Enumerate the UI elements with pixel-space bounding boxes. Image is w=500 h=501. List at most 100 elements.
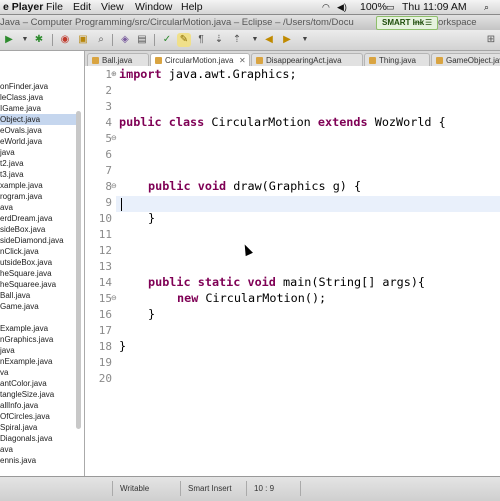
file-item[interactable]: Spiral.java — [0, 422, 78, 433]
code-line-15: public static void main(String[] args){ — [148, 275, 425, 289]
chevron-down-icon: ▼ — [301, 36, 309, 43]
menu-lines-icon[interactable]: ☰ — [425, 17, 432, 29]
fold-expand-icon[interactable]: ⊖ — [111, 134, 117, 142]
toolbar: ▶ ▼ ✱ ◉ ▣ ⌕ ◈ ▤ ✓ ✎ ¶ ⇣ ⇡ ▼ ◀ ▶ ▼ ⊞ — [0, 30, 500, 51]
file-item[interactable]: Example.java — [0, 323, 78, 334]
file-item[interactable]: eWorld.java — [0, 136, 78, 147]
code-text: draw(Graphics g) { — [226, 179, 362, 193]
cursor-position: 10 : 9 — [254, 484, 275, 493]
file-item[interactable]: Game.java — [0, 301, 78, 312]
chevron-down-icon: ▼ — [21, 36, 29, 43]
file-item[interactable]: Ball.java — [0, 290, 78, 301]
clock[interactable]: Thu 11:09 AM — [402, 0, 467, 14]
file-item[interactable]: ava — [0, 444, 78, 455]
file-item[interactable]: erdDream.java — [0, 213, 78, 224]
forward-button[interactable]: ▶ — [280, 33, 294, 47]
fold-expand-icon[interactable]: ⊖ — [111, 294, 117, 302]
code-line-9: public void draw(Graphics g) { — [148, 179, 361, 193]
fold-collapse-icon[interactable]: ⊕ — [111, 70, 117, 78]
previous-annotation-button[interactable]: ⇡ — [230, 33, 244, 47]
new-class-icon: ◉ — [60, 34, 70, 45]
fold-expand-icon[interactable]: ⊖ — [111, 182, 117, 190]
file-item[interactable]: leClass.java — [0, 92, 78, 103]
file-item[interactable]: heSquare.java — [0, 268, 78, 279]
file-item[interactable]: sideDiamond.java — [0, 235, 78, 246]
file-item[interactable]: heSquaree.java — [0, 279, 78, 290]
keyword: extends — [317, 115, 368, 129]
file-item[interactable]: ava — [0, 202, 78, 213]
navigate-dropdown[interactable]: ▼ — [298, 33, 312, 47]
spotlight-icon[interactable]: ⌕ — [484, 0, 489, 14]
chevron-down-icon: ▼ — [251, 36, 259, 43]
new-package-button[interactable]: ▣ — [76, 33, 90, 47]
type-icon: ◈ — [121, 34, 129, 45]
menu-view[interactable]: View — [101, 0, 124, 14]
file-item[interactable]: nGraphics.java — [0, 334, 78, 345]
file-item[interactable]: va — [0, 367, 78, 378]
annotation-dropdown[interactable]: ▼ — [248, 33, 262, 47]
whitespace-button[interactable]: ¶ — [194, 33, 208, 47]
wifi-icon[interactable]: ◠ — [322, 0, 330, 14]
line-number: 16 — [98, 308, 112, 321]
file-item[interactable]: nExample.java — [0, 356, 78, 367]
code-line-1: import java.awt.Graphics; — [119, 67, 297, 81]
file-item[interactable]: t3.java — [0, 169, 78, 180]
tab-disappearing-act[interactable]: DisappearingAct.java — [251, 53, 363, 67]
smart-ink-widget[interactable]: SMART Ink — ☰ — [376, 16, 438, 30]
file-item[interactable] — [0, 312, 78, 323]
tab-game-object[interactable]: GameObject.java — [431, 53, 500, 67]
file-item[interactable]: tangleSize.java — [0, 389, 78, 400]
file-item[interactable]: eOvals.java — [0, 125, 78, 136]
tab-thing[interactable]: Thing.java — [364, 53, 430, 67]
open-type-button[interactable]: ◈ — [118, 33, 132, 47]
file-item[interactable]: OfCircles.java — [0, 411, 78, 422]
menu-file[interactable]: File — [46, 0, 63, 14]
status-separator — [180, 481, 181, 496]
battery-icon[interactable]: ▭ — [386, 0, 395, 14]
file-item[interactable]: antColor.java — [0, 378, 78, 389]
file-item[interactable]: allInfo.java — [0, 400, 78, 411]
file-item-selected[interactable]: Object.java — [0, 114, 78, 125]
keyword: void — [247, 275, 276, 289]
file-item[interactable]: java — [0, 147, 78, 158]
search-button[interactable]: ⌕ — [94, 33, 108, 47]
back-button[interactable]: ◀ — [262, 33, 276, 47]
file-item[interactable]: ennis.java — [0, 455, 78, 466]
app-menu[interactable]: e Player — [3, 0, 43, 14]
run-dropdown[interactable]: ▼ — [18, 33, 32, 47]
toggle-mark-button[interactable]: ✓ — [160, 33, 174, 47]
highlight-button[interactable]: ✎ — [177, 33, 191, 47]
menu-window[interactable]: Window — [135, 0, 172, 14]
code-editor[interactable]: 1 2 3 4 5 6 7 8 9 10 11 12 13 14 15 16 1… — [85, 66, 500, 476]
code-line-11: } — [148, 211, 156, 225]
menu-edit[interactable]: Edit — [73, 0, 91, 14]
line-number: 12 — [98, 244, 112, 257]
new-class-button[interactable]: ◉ — [58, 33, 72, 47]
pencil-icon: ✎ — [179, 34, 189, 45]
volume-icon[interactable]: ◀) — [337, 0, 347, 14]
file-item[interactable]: xample.java — [0, 180, 78, 191]
file-item[interactable]: onFinder.java — [0, 81, 78, 92]
file-item[interactable]: Diagonals.java — [0, 433, 78, 444]
toolbar-separator — [154, 34, 155, 46]
tab-circular-motion[interactable]: CircularMotion.java ✕ — [150, 53, 250, 67]
open-task-button[interactable]: ▤ — [135, 33, 149, 47]
menu-help[interactable]: Help — [181, 0, 203, 14]
file-item[interactable]: sideBox.java — [0, 224, 78, 235]
file-item[interactable]: rogram.java — [0, 191, 78, 202]
play-icon: ▶ — [5, 34, 13, 45]
bug-icon: ✱ — [34, 34, 44, 45]
file-item[interactable]: java — [0, 345, 78, 356]
run-button[interactable]: ▶ — [2, 33, 16, 47]
file-item[interactable]: t2.java — [0, 158, 78, 169]
file-item[interactable]: nClick.java — [0, 246, 78, 257]
package-explorer: onFinder.java leClass.java IGame.java Ob… — [0, 51, 85, 476]
sidebar-scrollbar[interactable] — [76, 111, 81, 429]
perspective-button[interactable]: ⊞ — [484, 33, 498, 47]
file-item[interactable]: IGame.java — [0, 103, 78, 114]
tab-ball[interactable]: Ball.java — [87, 53, 149, 67]
text-caret — [121, 198, 122, 211]
file-item[interactable]: utsideBox.java — [0, 257, 78, 268]
next-annotation-button[interactable]: ⇣ — [212, 33, 226, 47]
debug-button[interactable]: ✱ — [32, 33, 46, 47]
